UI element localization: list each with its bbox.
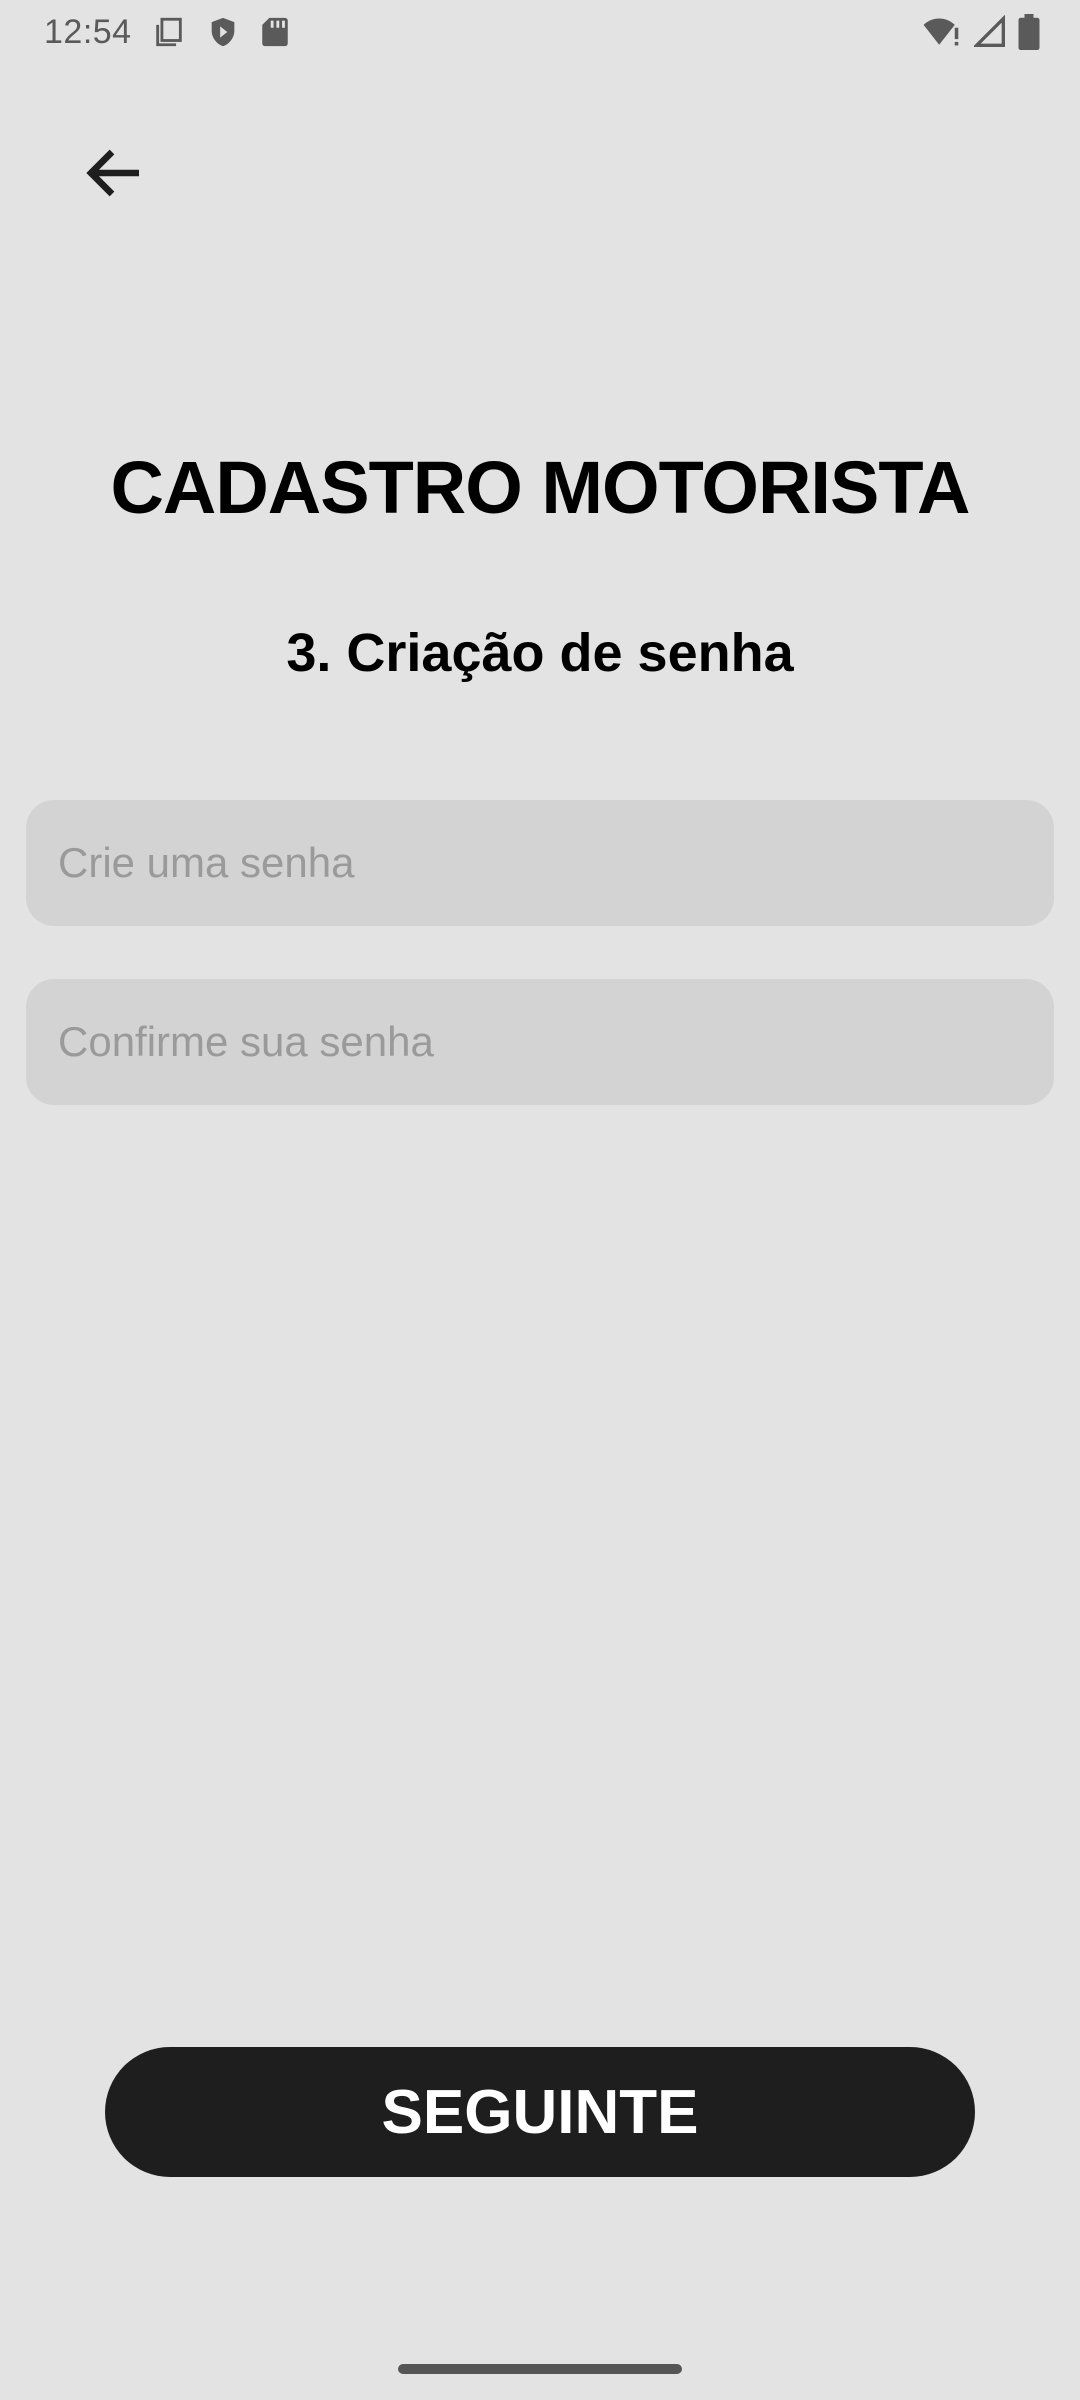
status-bar: 12:54 [0,0,1080,64]
page-title: CADASTRO MOTORISTA [110,446,970,529]
confirm-password-input[interactable] [26,979,1054,1105]
step-title: 3. Criação de senha [286,623,794,683]
status-right [922,14,1040,50]
back-button[interactable] [62,122,168,228]
signal-icon [974,15,1006,49]
next-button[interactable]: SEGUINTE [105,2047,975,2177]
shield-play-icon [206,15,240,49]
battery-icon [1018,14,1040,50]
copy-icon [152,15,186,49]
wifi-alert-icon [922,15,962,49]
arrow-left-icon [79,137,151,214]
sd-card-icon [260,15,290,49]
screen: 12:54 CADASTRO MOTORISTA 3. Criação de s… [0,0,1080,2400]
gesture-bar[interactable] [398,2364,682,2374]
status-left: 12:54 [44,13,290,52]
status-time: 12:54 [44,12,132,51]
password-input[interactable] [26,800,1054,926]
